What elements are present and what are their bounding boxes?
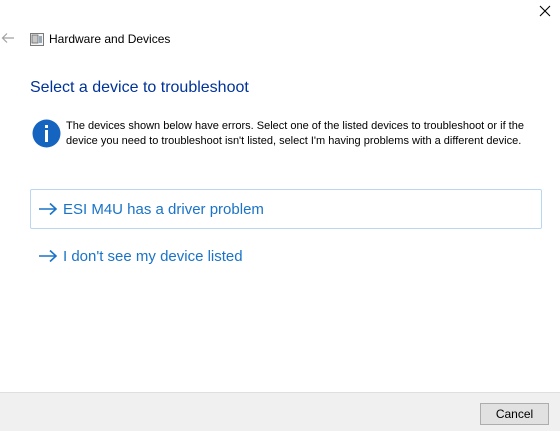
close-icon xyxy=(539,5,551,17)
device-option-esi-m4u[interactable]: ESI M4U has a driver problem xyxy=(30,189,542,229)
close-button[interactable] xyxy=(530,0,560,22)
page-title: Select a device to troubleshoot xyxy=(30,79,249,96)
cancel-button[interactable]: Cancel xyxy=(480,403,549,425)
arrow-right-icon xyxy=(38,248,58,264)
troubleshoot-dialog: Hardware and Devices Select a device to … xyxy=(0,0,560,431)
window-title: Hardware and Devices xyxy=(49,32,171,46)
info-message: The devices shown below have errors. Sel… xyxy=(66,120,524,147)
title-nav-row: Hardware and Devices xyxy=(0,28,520,52)
hardware-devices-icon xyxy=(30,33,44,46)
back-button[interactable] xyxy=(0,28,16,52)
dialog-footer: Cancel xyxy=(0,392,560,431)
device-option-label: ESI M4U has a driver problem xyxy=(63,200,264,218)
back-arrow-icon xyxy=(1,31,15,49)
arrow-right-icon xyxy=(38,201,58,217)
device-not-listed-option[interactable]: I don't see my device listed xyxy=(30,236,542,276)
device-option-label: I don't see my device listed xyxy=(63,247,243,265)
info-icon xyxy=(32,119,61,148)
